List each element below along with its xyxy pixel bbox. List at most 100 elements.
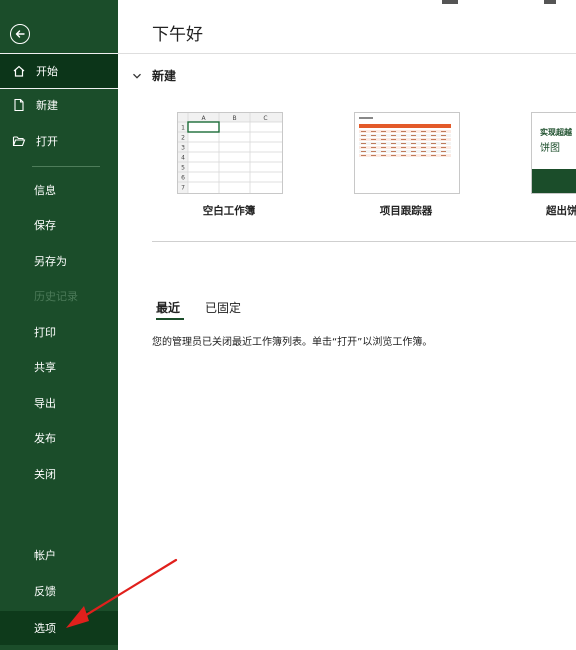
sidebar-item-close[interactable]: 关闭 (0, 457, 118, 491)
tracker-cell-mark (401, 147, 406, 148)
tracker-cell-mark (401, 131, 406, 132)
back-button[interactable] (10, 24, 30, 44)
backstage-sidebar: 开始 新建 打开 信息 保存 另存为 历史记录 打印 共享 导出 发布 关闭 帐… (0, 0, 118, 650)
sidebar-item-label: 选项 (34, 622, 56, 635)
template-project-tracker[interactable] (354, 112, 460, 194)
sidebar-item-home[interactable]: 开始 (0, 53, 118, 89)
sheet-row-label: 7 (181, 185, 185, 192)
tracker-cell-mark (361, 135, 366, 136)
tracker-cell-mark (401, 143, 406, 144)
sidebar-item-share[interactable]: 共享 (0, 350, 118, 384)
sidebar-item-label: 导出 (34, 397, 56, 410)
tracker-header-row (359, 124, 451, 128)
sidebar-item-feedback[interactable]: 反馈 (0, 574, 118, 608)
tracker-cell-mark (361, 151, 366, 152)
tracker-cell-mark (421, 135, 426, 136)
sidebar-item-open[interactable]: 打开 (0, 124, 118, 158)
sidebar-item-label: 开始 (36, 65, 58, 78)
tracker-cell-mark (441, 135, 446, 136)
thumb-title: 实现超越 (540, 128, 572, 137)
sidebar-item-label: 发布 (34, 432, 56, 445)
template-label: 项目跟踪器 (379, 205, 433, 217)
tracker-cell-mark (401, 139, 406, 140)
sidebar-item-info[interactable]: 信息 (0, 173, 118, 207)
sidebar-item-options[interactable]: 选项 (0, 611, 118, 645)
thumb-subtitle: 饼图 (540, 143, 560, 154)
tracker-cell-mark (371, 131, 376, 132)
tracker-cell-mark (401, 151, 406, 152)
sidebar-item-label: 关闭 (34, 468, 56, 481)
sheet-col-label: B (232, 115, 236, 122)
tracker-cell-mark (361, 155, 366, 156)
tracker-cell-mark (371, 139, 376, 140)
help-icon[interactable] (544, 0, 556, 4)
chevron-down-icon (133, 73, 141, 79)
home-icon (12, 64, 26, 78)
divider (152, 241, 576, 242)
tracker-cell-mark (411, 155, 416, 156)
thumb-footer-band (532, 169, 576, 193)
divider (118, 53, 576, 54)
sheet-active-cell (187, 121, 220, 133)
tracker-cell-mark (421, 155, 426, 156)
user-icon[interactable] (442, 0, 458, 4)
tracker-cell-mark (431, 147, 436, 148)
tab-pinned[interactable]: 已固定 (205, 299, 241, 316)
tracker-cell-mark (391, 135, 396, 136)
sidebar-item-account[interactable]: 帐户 (0, 538, 118, 572)
tracker-cell-mark (381, 143, 386, 144)
tracker-cell-mark (371, 155, 376, 156)
tracker-cell-mark (391, 155, 396, 156)
tracker-cell-mark (421, 147, 426, 148)
new-section-toggle[interactable]: 新建 (132, 67, 176, 84)
tracker-cell-mark (381, 139, 386, 140)
tracker-cell-mark (361, 131, 366, 132)
tracker-preview (359, 117, 451, 157)
tracker-cell-mark (411, 151, 416, 152)
template-blank-workbook[interactable]: ABC1234567 (177, 112, 283, 194)
tracker-cell-mark (421, 131, 426, 132)
tracker-cell-mark (381, 147, 386, 148)
open-folder-icon (12, 134, 26, 148)
sidebar-item-print[interactable]: 打印 (0, 315, 118, 349)
template-pie-chart[interactable]: 实现超越 饼图 (531, 112, 576, 194)
tracker-cell-mark (361, 139, 366, 140)
tracker-cell-mark (401, 155, 406, 156)
sheet-row-label: 1 (181, 125, 185, 132)
tracker-cell-mark (431, 151, 436, 152)
sidebar-item-new[interactable]: 新建 (0, 88, 118, 122)
tracker-cell-mark (411, 139, 416, 140)
tracker-cell-mark (441, 155, 446, 156)
new-section-title: 新建 (152, 69, 177, 83)
tracker-cell-mark (411, 135, 416, 136)
template-label: 空白工作簿 (202, 205, 256, 217)
tracker-cell-mark (441, 151, 446, 152)
tracker-cell-mark (421, 143, 426, 144)
tab-recent[interactable]: 最近 (156, 299, 180, 316)
tracker-cell-mark (411, 147, 416, 148)
page-title: 下午好 (152, 25, 203, 45)
sidebar-item-label: 另存为 (34, 255, 67, 268)
tracker-cell-mark (371, 143, 376, 144)
sidebar-item-save[interactable]: 保存 (0, 208, 118, 242)
sheet-row-label: 3 (181, 145, 185, 152)
sidebar-item-label: 打开 (36, 135, 58, 148)
tracker-cell-mark (431, 155, 436, 156)
sidebar-item-export[interactable]: 导出 (0, 386, 118, 420)
tracker-cell-mark (431, 143, 436, 144)
sidebar-item-label: 历史记录 (34, 290, 78, 303)
new-document-icon (12, 98, 26, 112)
sidebar-item-publish[interactable]: 发布 (0, 421, 118, 455)
sidebar-item-save-as[interactable]: 另存为 (0, 244, 118, 278)
sheet-col-label: C (263, 115, 267, 122)
tracker-cell-mark (381, 151, 386, 152)
tracker-cell-mark (401, 135, 406, 136)
tracker-cell-mark (411, 131, 416, 132)
tracker-cell-mark (411, 143, 416, 144)
tracker-cell-mark (371, 135, 376, 136)
tracker-cell-mark (371, 151, 376, 152)
tracker-cell-mark (361, 143, 366, 144)
sheet-row-label: 5 (181, 165, 185, 172)
sheet-row-label: 6 (181, 175, 185, 182)
tracker-cell-mark (381, 155, 386, 156)
